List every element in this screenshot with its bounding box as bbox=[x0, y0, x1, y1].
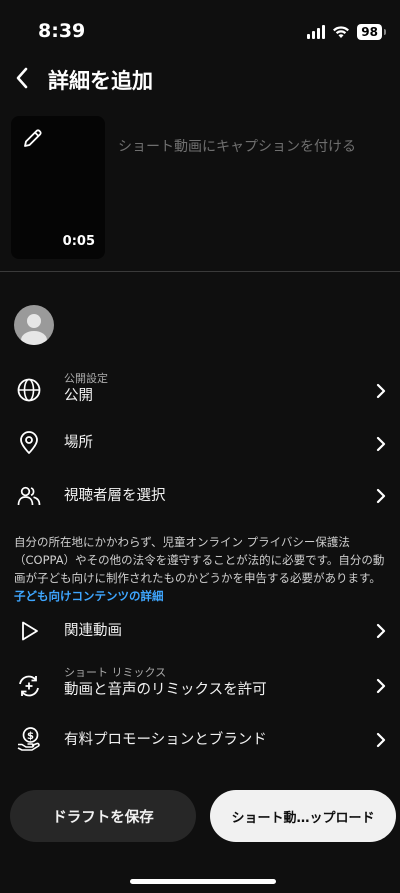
paid-promotion-label: 有料プロモーションとブランド bbox=[64, 732, 267, 748]
visibility-sublabel: 公開設定 bbox=[64, 372, 108, 385]
page-title: 詳細を追加 bbox=[48, 69, 153, 93]
location-setting[interactable]: 場所 bbox=[0, 420, 400, 468]
battery-indicator: 98 bbox=[357, 24, 386, 40]
audience-text: 視聴者層を選択 bbox=[64, 486, 166, 506]
chevron-right-icon bbox=[374, 381, 388, 401]
chevron-right-icon bbox=[374, 486, 388, 506]
related-video-text: 関連動画 bbox=[64, 621, 122, 641]
chevron-left-icon bbox=[16, 67, 28, 89]
chevron-right-icon bbox=[374, 730, 388, 750]
chevron-right-icon bbox=[374, 676, 388, 696]
location-pin-icon bbox=[16, 430, 42, 456]
remix-setting[interactable]: ショート リミックス 動画と音声のリミックスを許可 bbox=[0, 662, 400, 710]
coppa-info-text: 自分の所在地にかかわらず、児童オンライン プライバシー保護法（COPPA）やその… bbox=[14, 535, 385, 585]
related-video-setting[interactable]: 関連動画 bbox=[0, 607, 400, 655]
status-time: 8:39 bbox=[38, 20, 86, 42]
play-outline-icon bbox=[16, 618, 42, 644]
status-indicators: 98 bbox=[307, 24, 386, 40]
wifi-icon bbox=[333, 26, 350, 38]
coppa-info: 自分の所在地にかかわらず、児童オンライン プライバシー保護法（COPPA）やその… bbox=[14, 533, 390, 605]
visibility-setting[interactable]: 公開設定 公開 bbox=[0, 367, 400, 415]
audience-label: 視聴者層を選択 bbox=[64, 488, 166, 504]
home-indicator bbox=[130, 879, 276, 884]
upload-short-button[interactable]: ショート動…ップロード bbox=[210, 790, 396, 842]
paid-promotion-setting[interactable]: $ 有料プロモーションとブランド bbox=[0, 716, 400, 764]
video-thumbnail[interactable]: 0:05 bbox=[11, 116, 105, 259]
location-label: 場所 bbox=[64, 435, 93, 451]
pencil-icon bbox=[24, 129, 42, 147]
status-bar: 8:39 98 bbox=[0, 0, 400, 60]
svg-text:$: $ bbox=[27, 731, 34, 742]
header: 詳細を追加 bbox=[0, 58, 400, 100]
globe-icon bbox=[16, 377, 42, 403]
location-text: 場所 bbox=[64, 433, 93, 453]
visibility-value: 公開 bbox=[64, 388, 93, 404]
remix-sublabel: ショート リミックス bbox=[64, 666, 167, 679]
chevron-right-icon bbox=[374, 434, 388, 454]
back-button[interactable] bbox=[6, 62, 38, 94]
visibility-text: 公開設定 公開 bbox=[64, 372, 108, 406]
default-avatar-icon bbox=[21, 314, 47, 345]
caption-input[interactable]: ショート動画にキャプションを付ける bbox=[118, 136, 388, 156]
edit-video-button[interactable] bbox=[21, 126, 45, 150]
audience-setting[interactable]: 視聴者層を選択 bbox=[0, 472, 400, 520]
signal-bars-icon bbox=[307, 25, 326, 39]
remix-icon bbox=[16, 673, 42, 699]
remix-label: 動画と音声のリミックスを許可 bbox=[64, 682, 267, 698]
related-video-label: 関連動画 bbox=[64, 623, 122, 639]
kids-content-link[interactable]: 子ども向けコンテンツの詳細 bbox=[14, 589, 164, 603]
avatar bbox=[14, 305, 54, 345]
paid-promotion-icon: $ bbox=[16, 726, 42, 752]
chevron-right-icon bbox=[374, 621, 388, 641]
people-icon bbox=[16, 483, 42, 509]
paid-promotion-text: 有料プロモーションとブランド bbox=[64, 730, 267, 750]
divider bbox=[0, 271, 400, 272]
remix-text: ショート リミックス 動画と音声のリミックスを許可 bbox=[64, 666, 267, 700]
video-duration: 0:05 bbox=[62, 234, 95, 249]
save-draft-button[interactable]: ドラフトを保存 bbox=[10, 790, 196, 842]
